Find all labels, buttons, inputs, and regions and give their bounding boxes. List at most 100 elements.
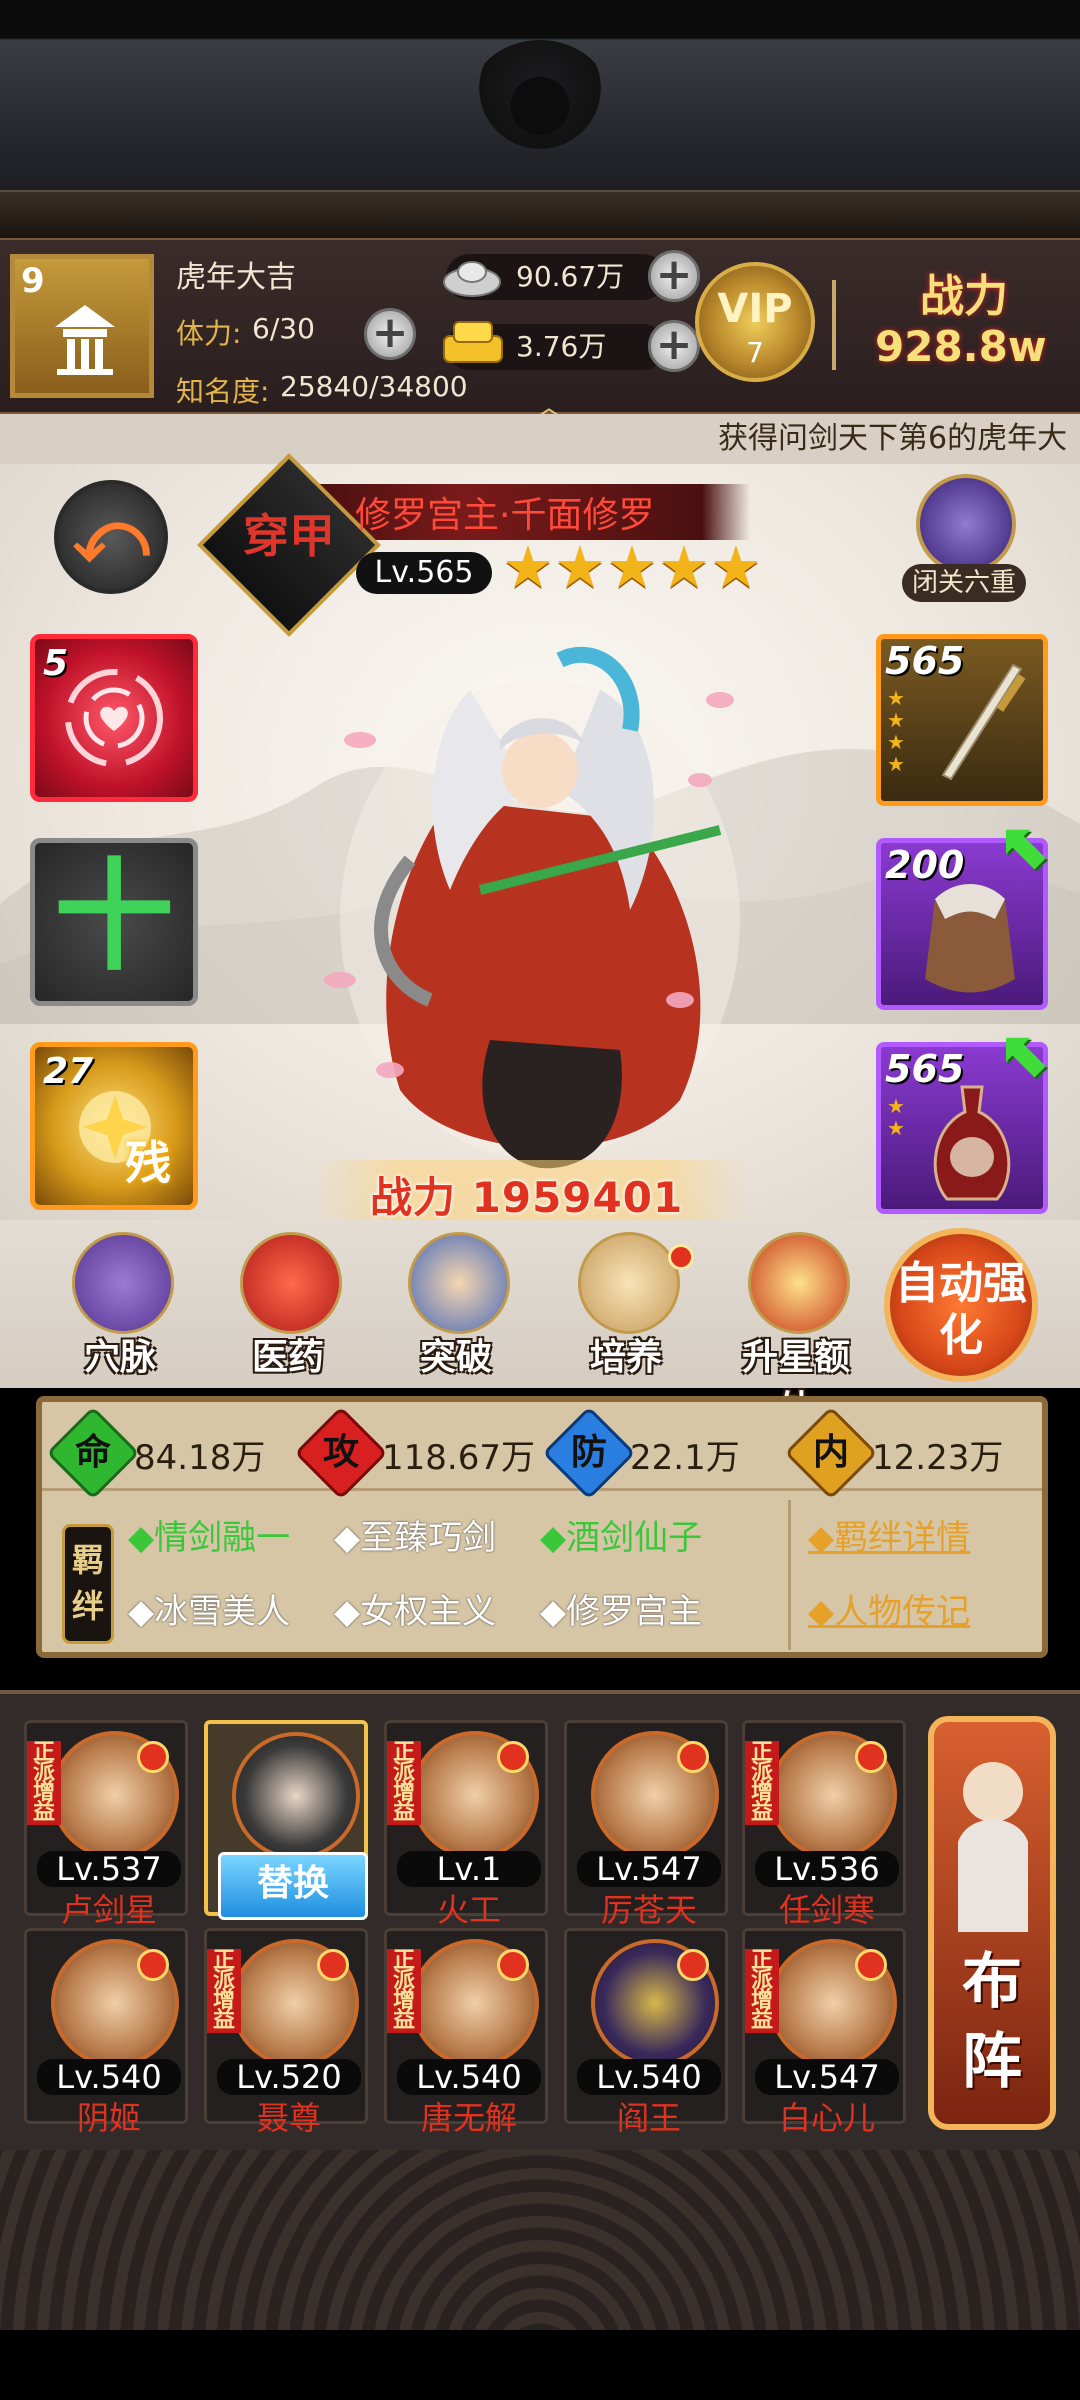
function-label: 培养 [589,1337,662,1378]
hero-power-value: 1959401 [471,1173,684,1222]
lineup-hero-card[interactable]: 正派增益 Lv.537 卢剑星 [24,1720,188,1929]
total-power[interactable]: 战力 928.8w [860,260,1080,400]
seclusion-button[interactable]: 闭关六重 [902,474,1026,606]
lineup-hero-card[interactable]: 正派增益 Lv.536 任剑寒 [742,1720,906,1929]
stamina-label: 体力: [176,317,242,350]
fetter-item[interactable]: ◆情剑融一 [128,1510,290,1559]
lineup-hero-card[interactable]: Lv.547 厉苍天 [564,1720,728,1929]
fetter-item[interactable]: ◆酒剑仙子 [540,1510,702,1559]
star-icon: ★ [658,533,710,601]
function-breakthrough-button[interactable]: 突破 [386,1232,526,1382]
rank-badge-text: 穿甲 [243,509,335,563]
formation-button[interactable]: 布阵 [928,1716,1056,2130]
hero-level: Lv.565 [356,552,492,594]
equipment-slot-weapon[interactable]: 565 ★ ★ ★ ★ [876,634,1048,806]
fetter-details-link[interactable]: ◆羁绊详情 [808,1510,970,1559]
upgrade-arrow-icon[interactable]: ⬉ [1000,810,1070,884]
sword-icon [941,663,1026,781]
stat-icon-label: 内 [812,1432,849,1473]
fame-value: 25840/34800 [280,370,468,403]
hero-stars: ★★★★★ [502,538,762,596]
empty-slot-add-button[interactable]: 十 [30,838,198,1006]
notification-dot [668,1244,694,1270]
function-cultivate-button[interactable]: 培养 [556,1232,696,1382]
upgrade-arrow-icon[interactable]: ⬉ [1000,1018,1070,1092]
fame-label: 知名度: [176,375,270,408]
hero-name: 修罗宫主·千面修罗 [355,495,655,536]
skill-slot[interactable]: 5 [30,634,198,802]
lineup-hero-card[interactable]: Lv.540 阴姬 [24,1928,188,2137]
star-bonus-icon [748,1232,850,1334]
function-medicine-button[interactable]: 医药 [218,1232,358,1382]
total-power-label: 战力 [920,271,1008,322]
fetter-tag: 羁绊 [62,1524,114,1644]
silver-ingot-icon [443,261,501,297]
star-icon: ★ [502,533,554,601]
roof-beam [0,190,1080,238]
lineup-hero-card-selected[interactable]: 替换 [204,1720,368,1920]
stat-defense: 防 22.1万 [542,1406,792,1500]
function-label: 穴脉 [83,1337,156,1378]
hero-card-level: Lv.537 [37,1851,181,1887]
add-silver-button[interactable]: + [648,250,700,302]
scroll-icon [578,1232,680,1334]
faction-bonus-badge: 正派增益 [387,1741,421,1825]
notification-dot [137,1949,169,1981]
lineup-hero-card[interactable]: 正派增益 Lv.547 白心儿 [742,1928,906,2137]
armor-icon [925,884,1015,993]
star-icon: ★ [554,533,606,601]
hero-card-name: 任剑寒 [778,1891,875,1929]
fetter-item[interactable]: ◆修罗宫主 [540,1584,702,1633]
fragment-slot[interactable]: 27 残 [30,1042,198,1210]
hero-card-level: Lv.1 [397,1851,541,1887]
hero-power-label: 战力 [370,1173,457,1222]
lineup-hero-card[interactable]: Lv.540 阎王 [564,1928,728,2137]
fetter-divider [788,1500,791,1650]
hero-card-name: 唐无解 [420,2099,517,2137]
system-navigation-bar [0,2330,1080,2400]
add-stamina-button[interactable]: + [364,308,416,360]
announcement-marquee: 获得问剑天下第6的虎年大 [0,414,1080,464]
swap-button[interactable]: 替换 [218,1852,368,1920]
hero-card-name: 白心儿 [778,2099,875,2137]
vip-badge[interactable]: VIP 7 [695,262,815,382]
formation-label: 布阵 [962,1947,1022,2097]
stamina-value: 6/30 [252,312,315,345]
lineup-hero-card[interactable]: 正派增益 Lv.520 聂尊 [204,1928,368,2137]
player-avatar[interactable]: 9 [10,254,154,398]
bottom-wave-decoration [0,2150,1080,2360]
hero-power: 战力 1959401 [370,1164,683,1225]
vip-text: VIP [717,286,793,332]
avatar-level: 9 [21,261,45,301]
star-icon: ★ [606,533,658,601]
fetter-item[interactable]: ◆至臻巧剑 [334,1510,496,1559]
chevron-up-icon[interactable]: ︿ [524,382,574,425]
function-meridian-button[interactable]: 穴脉 [50,1232,190,1382]
cloud-emblem-icon [470,40,610,160]
function-star-bonus-button[interactable]: 升星额外 [726,1232,866,1430]
lineup-hero-card[interactable]: 正派增益 Lv.1 火工 [384,1720,548,1929]
stat-icon-label: 攻 [322,1432,359,1473]
add-slot-icon: 十 [54,848,174,987]
fragment-label: 残 [125,1136,171,1190]
hero-card-name: 阴姬 [76,2099,141,2137]
stat-icon-label: 防 [570,1432,607,1473]
auto-strengthen-button[interactable]: 自动强化 [884,1228,1038,1382]
biography-link[interactable]: ◆人物传记 [808,1584,970,1633]
notification-dot [497,1741,529,1773]
add-gold-button[interactable]: + [648,320,700,372]
hero-card-level: Lv.536 [755,1851,899,1887]
pagoda-icon [55,305,115,375]
vip-level: 7 [746,336,764,369]
back-button[interactable]: ⤺ [54,480,168,594]
notification-dot [497,1949,529,1981]
fetter-item[interactable]: ◆女权主义 [334,1584,496,1633]
fetter-item[interactable]: ◆冰雪美人 [128,1584,290,1633]
stat-inner-power: 内 12.23万 [784,1406,1044,1500]
notification-dot [137,1741,169,1773]
hero-card-level: Lv.547 [755,2059,899,2095]
hero-card-level: Lv.547 [577,1851,721,1887]
stat-value: 12.23万 [872,1438,1004,1478]
notification-dot [855,1949,887,1981]
lineup-hero-card[interactable]: 正派增益 Lv.540 唐无解 [384,1928,548,2137]
